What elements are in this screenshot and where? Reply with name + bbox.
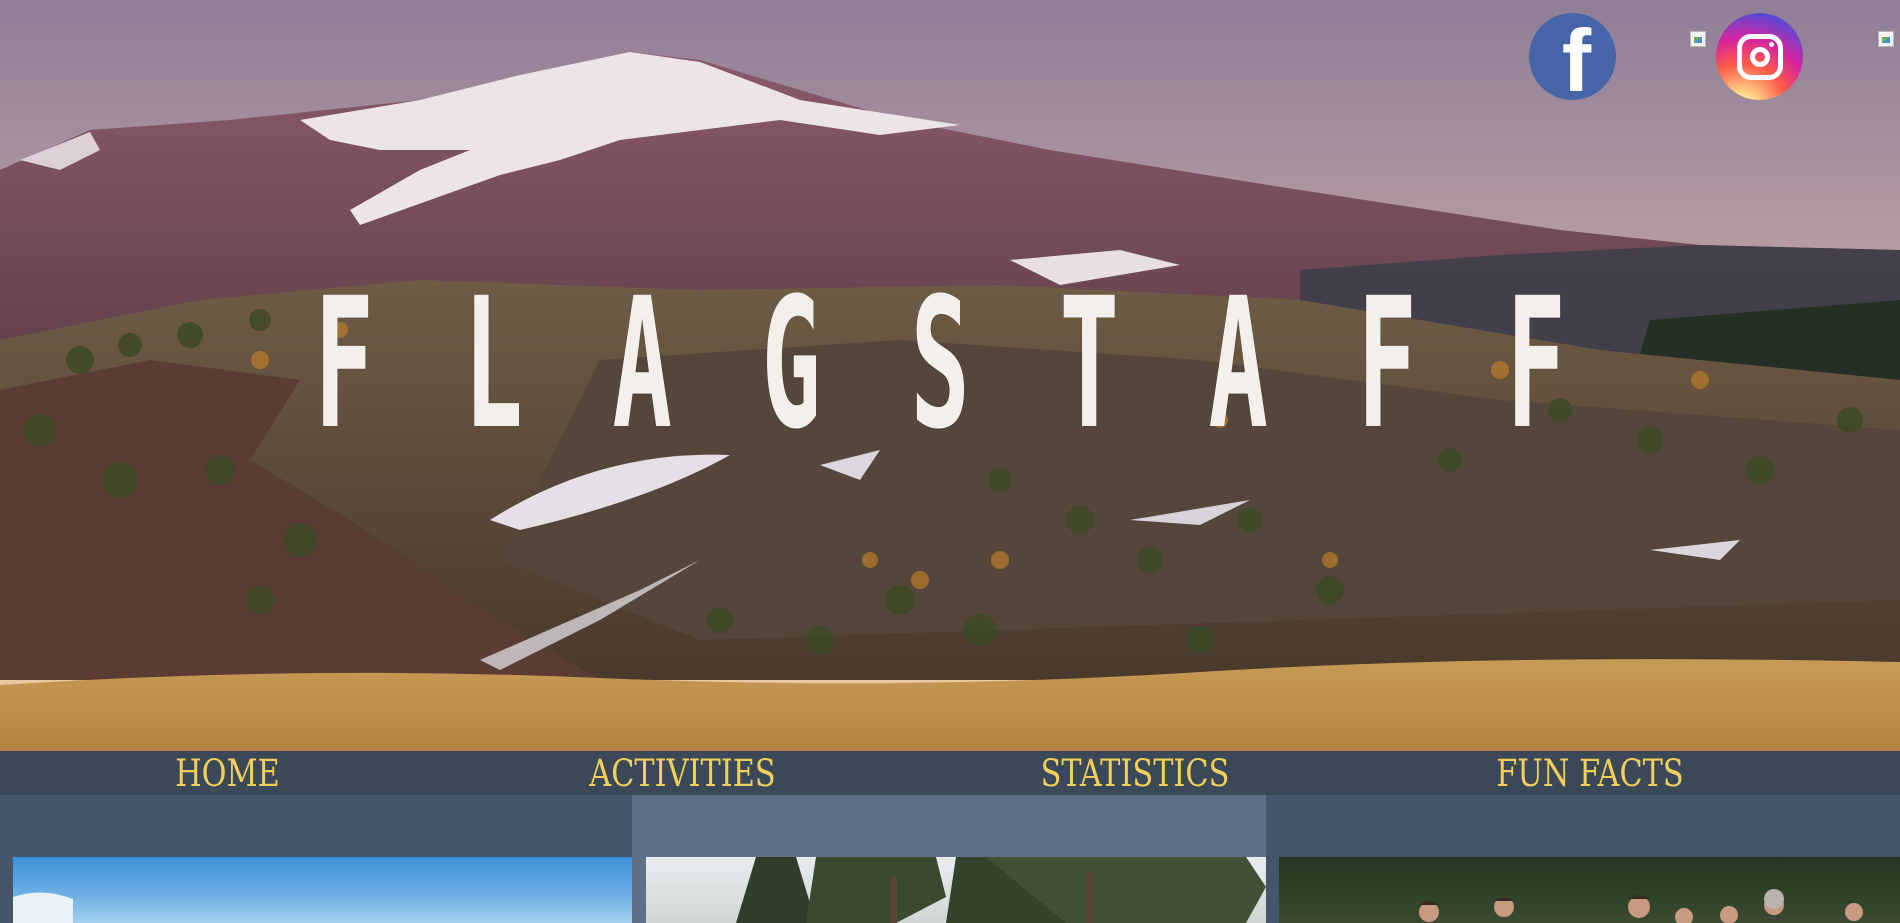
hero-title-letter: A [1208, 260, 1268, 469]
card-column-activities [632, 795, 1266, 923]
card-column-home [0, 795, 632, 923]
hero-title-letter: A [612, 260, 672, 469]
content-cards [0, 795, 1900, 923]
hero-title-letter: F [1357, 260, 1417, 469]
nav-home[interactable]: HOME [41, 751, 414, 795]
facebook-glyph: f [1561, 13, 1592, 100]
card-column-fun-facts [1266, 795, 1900, 923]
hero-title-letter: F [1506, 260, 1566, 469]
camera-glyph-icon [1736, 33, 1783, 80]
card-image-pines[interactable] [646, 857, 1266, 923]
nav-statistics[interactable]: STATISTICS [951, 751, 1320, 795]
group-people-photo [1419, 889, 1863, 923]
hero-title-letter: T [1059, 260, 1119, 469]
hero-title-letter: S [910, 260, 970, 469]
broken-image-icon [1690, 31, 1706, 47]
instagram-icon[interactable] [1716, 13, 1803, 100]
card-image-sky[interactable] [13, 857, 632, 923]
pine-trees-photo [736, 857, 1266, 923]
nav-fun-facts[interactable]: FUN FACTS [1401, 751, 1778, 795]
card-image-people[interactable] [1279, 857, 1900, 923]
hero-title-letter: G [761, 260, 821, 469]
broken-image-icon [1878, 31, 1894, 47]
facebook-icon[interactable]: f [1529, 13, 1616, 100]
sky-photo [13, 892, 73, 923]
hero-title-letter: F [314, 260, 374, 469]
main-navigation: HOME ACTIVITIES STATISTICS FUN FACTS [0, 751, 1900, 795]
hero-banner: F L A G S T A F F [0, 0, 1900, 751]
nav-activities[interactable]: ACTIVITIES [496, 751, 869, 795]
hero-title: F L A G S T A F F [290, 275, 1590, 455]
hero-title-letter: L [463, 260, 523, 469]
